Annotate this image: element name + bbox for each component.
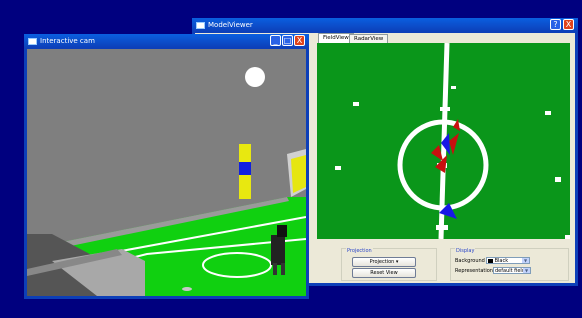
- representation-label: Representation: [455, 268, 493, 274]
- display-group: Display Background Black ▼ Representatio…: [450, 248, 569, 281]
- field-view-canvas[interactable]: [317, 43, 570, 239]
- blue-band: [239, 162, 251, 175]
- window-title: Interactive cam: [40, 37, 95, 45]
- display-group-title: Display: [455, 248, 476, 254]
- projection-group-title: Projection: [346, 248, 373, 254]
- field-marker: [545, 111, 551, 115]
- interactive-cam-window: Interactive cam _ □ X: [24, 34, 309, 299]
- robot-leg: [281, 263, 285, 275]
- field-marker: [555, 177, 561, 182]
- projection-group: Projection Projection ▾ Reset View: [341, 248, 437, 281]
- chevron-down-icon: ▼: [522, 258, 529, 263]
- minimize-button[interactable]: _: [270, 35, 281, 46]
- camera-scene: [27, 49, 306, 296]
- robot-leg: [273, 263, 277, 275]
- field-drawing: [317, 43, 570, 239]
- chevron-down-icon: ▼: [523, 268, 530, 273]
- maximize-button[interactable]: □: [282, 35, 293, 46]
- background-select[interactable]: Black ▼: [486, 257, 530, 264]
- representation-value: default field: [495, 268, 525, 274]
- reset-view-button[interactable]: Reset View: [352, 268, 416, 278]
- interactive-cam-titlebar[interactable]: Interactive cam _ □ X: [24, 34, 309, 48]
- background-label: Background: [455, 258, 485, 264]
- close-button[interactable]: X: [294, 35, 305, 46]
- robot-body: [271, 235, 285, 265]
- robot-head: [277, 225, 287, 237]
- goal-yellow: [291, 155, 306, 193]
- window-icon: [196, 21, 205, 29]
- help-button[interactable]: ?: [550, 19, 561, 30]
- ball-light: [245, 67, 265, 87]
- camera-3d-view[interactable]: [27, 49, 306, 296]
- close-button[interactable]: X: [563, 19, 574, 30]
- desktop: { "model_viewer": { "title": "ModelViewe…: [0, 0, 582, 318]
- projection-button-label: Projection: [369, 259, 395, 265]
- penalty-mark-bottom: [436, 225, 448, 230]
- chevron-down-icon: ▾: [395, 259, 399, 265]
- color-swatch: [488, 258, 493, 263]
- penalty-mark-top: [440, 107, 450, 111]
- background-value: Black: [494, 258, 509, 264]
- field-spot: [182, 287, 192, 291]
- model-viewer-titlebar[interactable]: ModelViewer ? X: [192, 18, 578, 32]
- field-marker: [565, 235, 570, 239]
- field-marker: [353, 102, 359, 106]
- window-title: ModelViewer: [208, 21, 253, 29]
- field-marker: [335, 166, 341, 170]
- representation-select[interactable]: default field ▼: [493, 267, 531, 274]
- projection-button[interactable]: Projection ▾: [352, 257, 416, 267]
- field-marker: [451, 86, 456, 89]
- window-icon: [28, 37, 37, 45]
